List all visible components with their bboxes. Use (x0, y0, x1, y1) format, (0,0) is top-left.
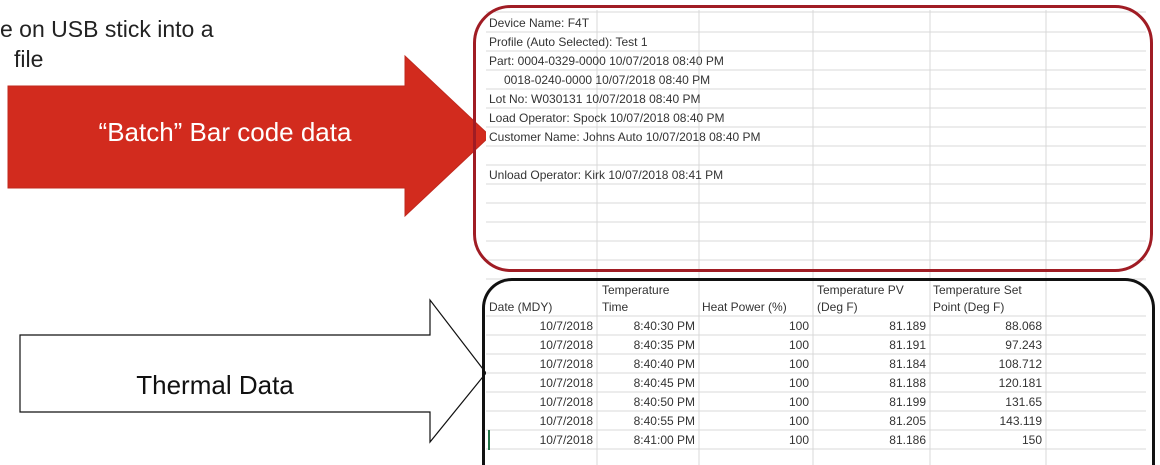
batch-callout-box (473, 5, 1153, 272)
thermal-arrow-label: Thermal Data (136, 370, 294, 400)
batch-arrow-label: “Batch” Bar code data (98, 117, 352, 147)
thermal-callout-box (482, 278, 1155, 465)
